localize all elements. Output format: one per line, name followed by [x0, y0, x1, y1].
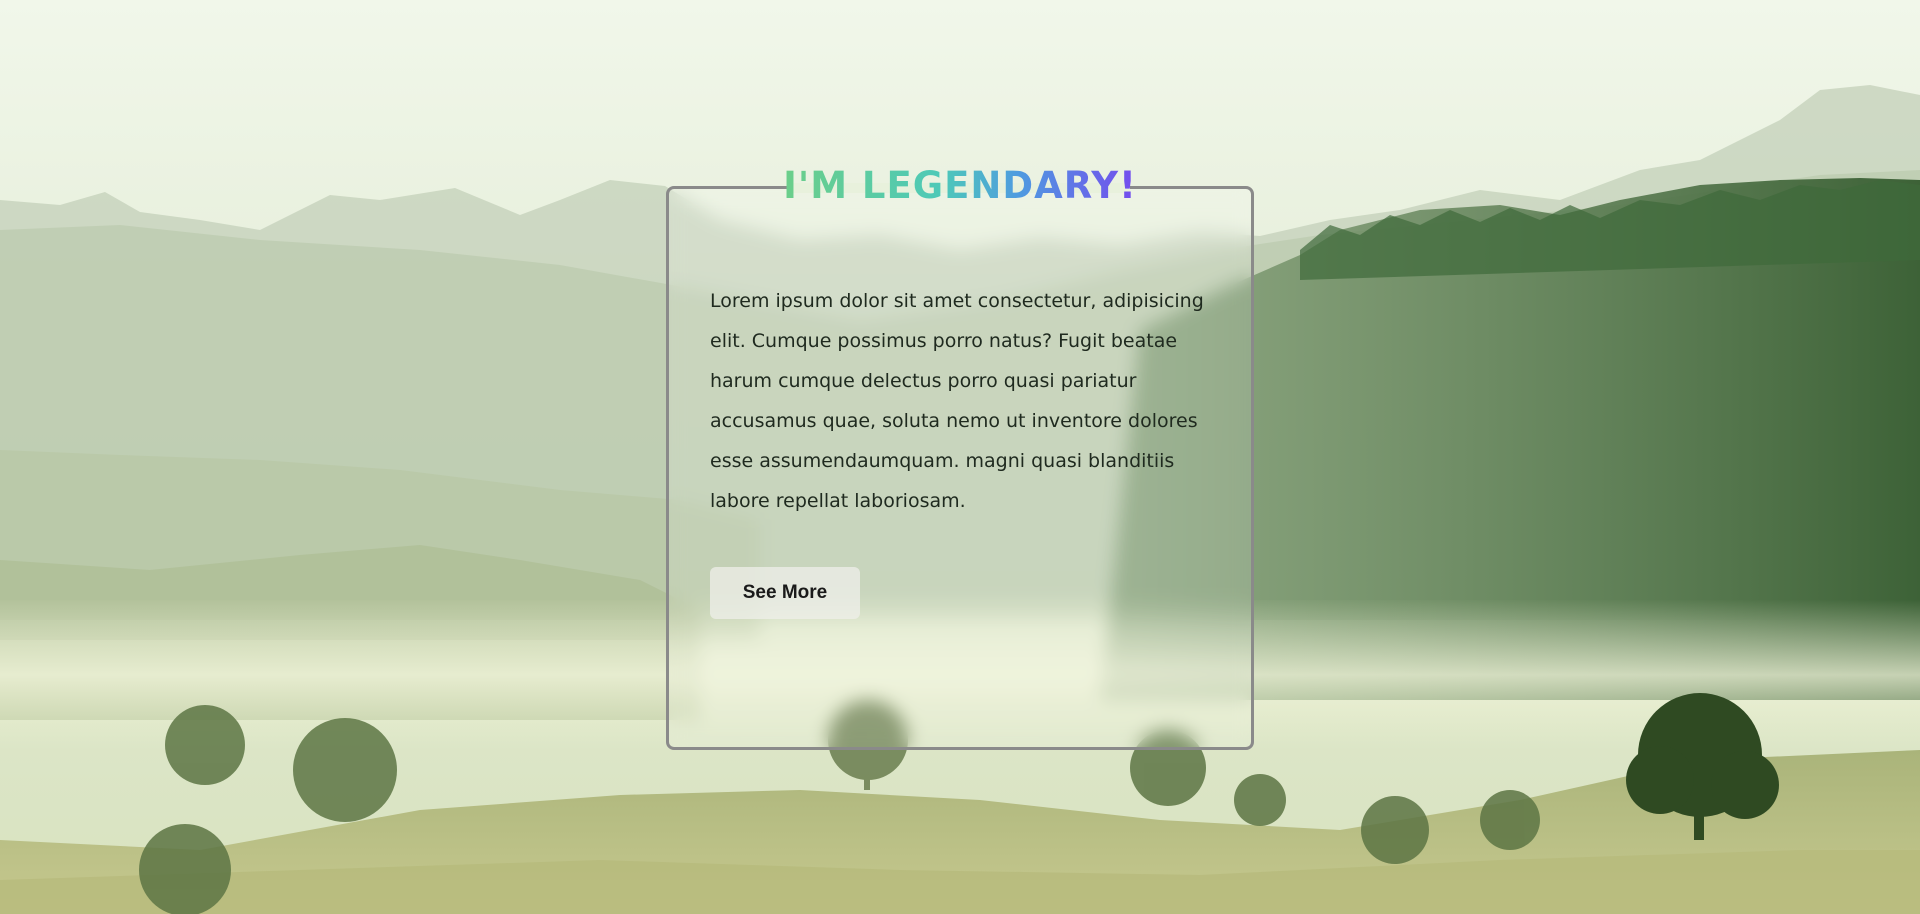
- legendary-card: I'M LEGENDARY! Lorem ipsum dolor sit ame…: [666, 164, 1254, 750]
- card-title: I'M LEGENDARY!: [765, 163, 1155, 209]
- card-body-text: Lorem ipsum dolor sit amet consectetur, …: [710, 290, 1204, 512]
- see-more-button[interactable]: See More: [710, 567, 860, 619]
